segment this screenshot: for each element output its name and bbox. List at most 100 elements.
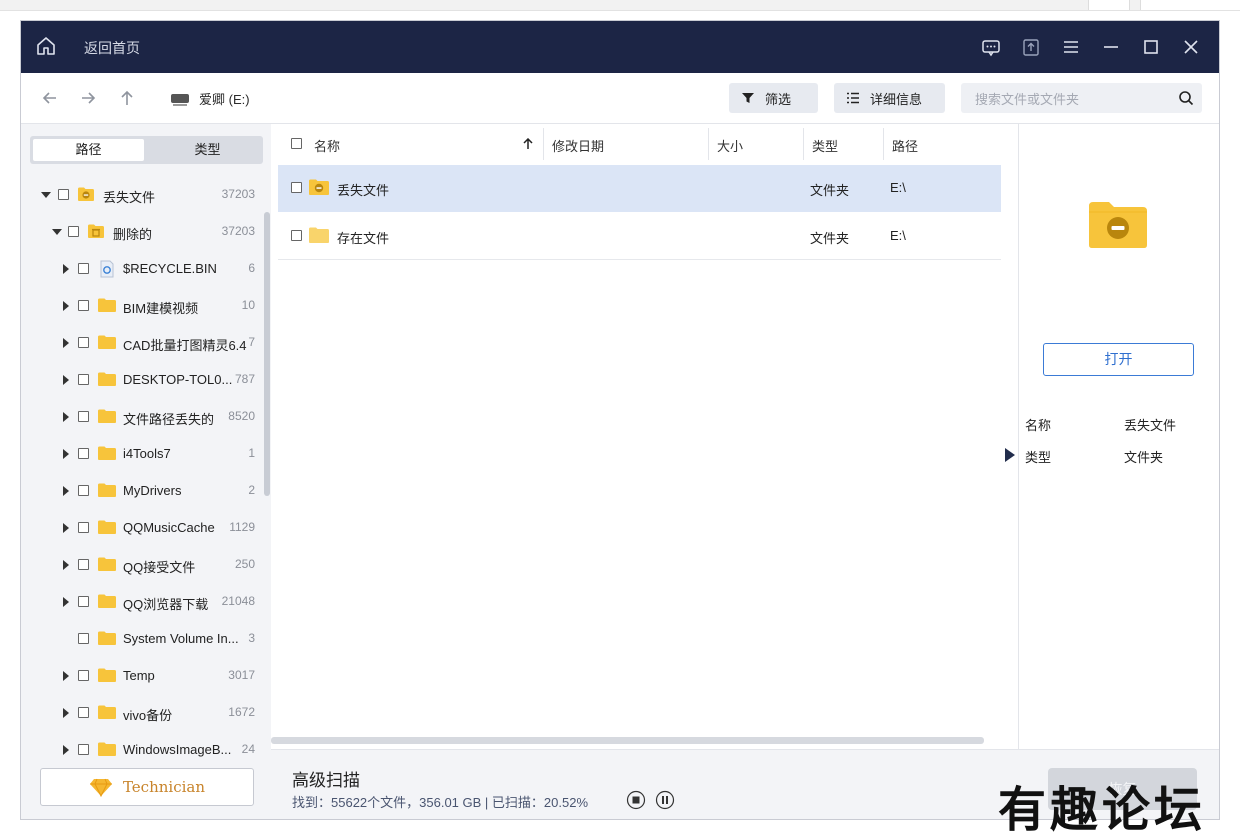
column-modified[interactable]: 修改日期	[552, 136, 604, 155]
tree-item[interactable]: QQ接受文件 250	[21, 547, 261, 584]
back-home-link[interactable]: 返回首页	[84, 38, 140, 58]
prop-type-key: 类型	[1025, 450, 1052, 465]
tree-item[interactable]: MyDrivers 2	[21, 473, 261, 510]
folder-icon	[98, 483, 116, 497]
tree-checkbox[interactable]	[78, 559, 89, 570]
expand-icon[interactable]	[63, 486, 69, 496]
expand-icon[interactable]	[63, 745, 69, 755]
tree-checkbox[interactable]	[78, 633, 89, 644]
menu-icon[interactable]	[1061, 37, 1081, 57]
tab-path[interactable]: 路径	[33, 139, 144, 161]
up-arrow-icon[interactable]	[118, 89, 136, 107]
table-row[interactable]: 丢失文件 文件夹 E:\	[278, 165, 1001, 212]
select-all-checkbox[interactable]	[291, 138, 302, 149]
column-name[interactable]: 名称	[314, 136, 340, 155]
row-checkbox[interactable]	[291, 230, 302, 241]
expand-icon[interactable]	[63, 449, 69, 459]
tree-item[interactable]: System Volume In... 3	[21, 621, 261, 658]
column-path[interactable]: 路径	[892, 136, 918, 155]
tree-checkbox[interactable]	[78, 300, 89, 311]
close-icon[interactable]	[1181, 37, 1201, 57]
filter-icon	[742, 93, 754, 103]
search-input[interactable]: 搜索文件或文件夹	[961, 83, 1202, 113]
back-arrow-icon[interactable]	[41, 89, 59, 107]
collapse-icon[interactable]	[41, 192, 51, 198]
tree-item-count: 24	[241, 742, 255, 756]
pause-icon[interactable]	[655, 790, 675, 810]
tree-item[interactable]: WindowsImageB... 24	[21, 732, 261, 762]
collapse-icon[interactable]	[52, 229, 62, 235]
expand-icon[interactable]	[63, 264, 69, 274]
column-size[interactable]: 大小	[717, 136, 743, 155]
horizontal-scrollbar[interactable]	[271, 737, 984, 744]
expand-icon[interactable]	[63, 375, 69, 385]
expand-icon[interactable]	[63, 523, 69, 533]
tree-item[interactable]: vivo备份 1672	[21, 695, 261, 732]
tab-type[interactable]: 类型	[155, 139, 260, 161]
tree-item[interactable]: QQMusicCache 1129	[21, 510, 261, 547]
home-icon[interactable]	[35, 35, 57, 57]
lost-folder-preview-icon	[1089, 202, 1147, 248]
tree-item-label: QQ接受文件	[123, 560, 196, 575]
tree-item[interactable]: CAD批量打图精灵6.4 7	[21, 325, 261, 362]
tree-item[interactable]: Temp 3017	[21, 658, 261, 695]
stop-icon[interactable]	[626, 790, 646, 810]
tree-item[interactable]: 丢失文件 37203	[21, 177, 261, 214]
expand-icon[interactable]	[63, 671, 69, 681]
expand-icon[interactable]	[63, 338, 69, 348]
forward-arrow-icon[interactable]	[79, 89, 97, 107]
tree-item-label: MyDrivers	[123, 483, 182, 498]
technician-button[interactable]: Technician	[40, 768, 254, 806]
column-type[interactable]: 类型	[812, 136, 838, 155]
tree-item[interactable]: DESKTOP-TOL0... 787	[21, 362, 261, 399]
panel-toggle-arrow-icon[interactable]	[1005, 448, 1015, 462]
background-strip	[0, 0, 1240, 11]
tree-checkbox[interactable]	[78, 374, 89, 385]
table-row[interactable]: 存在文件 文件夹 E:\	[278, 213, 1001, 260]
maximize-icon[interactable]	[1141, 37, 1161, 57]
tree-item[interactable]: QQ浏览器下载 21048	[21, 584, 261, 621]
prop-name-value: 丢失文件	[1124, 418, 1177, 433]
tree-checkbox[interactable]	[78, 263, 89, 274]
folder-icon	[98, 705, 116, 719]
tree-item-count: 3	[248, 631, 255, 645]
tree-item-count: 250	[234, 557, 255, 571]
expand-icon[interactable]	[63, 708, 69, 718]
details-button[interactable]: 详细信息	[834, 83, 945, 113]
tree-checkbox[interactable]	[78, 670, 89, 681]
lost-folder-icon	[78, 187, 94, 201]
tree-item[interactable]: $RECYCLE.BIN 6	[21, 251, 261, 288]
tree-checkbox[interactable]	[58, 189, 69, 200]
row-checkbox[interactable]	[291, 182, 302, 193]
tree-item[interactable]: i4Tools7 1	[21, 436, 261, 473]
expand-icon[interactable]	[63, 597, 69, 607]
open-button[interactable]: 打开	[1043, 343, 1194, 376]
export-icon[interactable]	[1021, 37, 1041, 57]
filter-button[interactable]: 筛选	[729, 83, 818, 113]
tree-checkbox[interactable]	[78, 411, 89, 422]
minimize-icon[interactable]	[1101, 37, 1121, 57]
tree-checkbox[interactable]	[78, 744, 89, 755]
search-icon[interactable]	[1178, 90, 1194, 106]
tree-checkbox[interactable]	[68, 226, 79, 237]
tree-checkbox[interactable]	[78, 448, 89, 459]
expand-icon[interactable]	[63, 301, 69, 311]
tree-checkbox[interactable]	[78, 485, 89, 496]
expand-icon[interactable]	[63, 412, 69, 422]
tree-item-count: 8520	[228, 409, 255, 423]
tree-checkbox[interactable]	[78, 707, 89, 718]
tree-item[interactable]: BIM建模视频 10	[21, 288, 261, 325]
tree-checkbox[interactable]	[78, 596, 89, 607]
expand-icon[interactable]	[63, 560, 69, 570]
toolbar: 爱卿 (E:) 筛选 详细信息 搜索文件或文件夹	[21, 73, 1219, 124]
tree-item[interactable]: 文件路径丢失的 8520	[21, 399, 261, 436]
tree-checkbox[interactable]	[78, 337, 89, 348]
sort-ascending-icon[interactable]	[523, 138, 533, 150]
feedback-icon[interactable]	[981, 37, 1001, 57]
folder-icon	[98, 335, 116, 349]
tree-checkbox[interactable]	[78, 522, 89, 533]
row-path: E:\	[890, 228, 906, 243]
sidebar-scrollbar[interactable]	[264, 212, 270, 496]
tree-item[interactable]: 删除的 37203	[21, 214, 261, 251]
drive-breadcrumb[interactable]: 爱卿 (E:)	[171, 89, 250, 107]
